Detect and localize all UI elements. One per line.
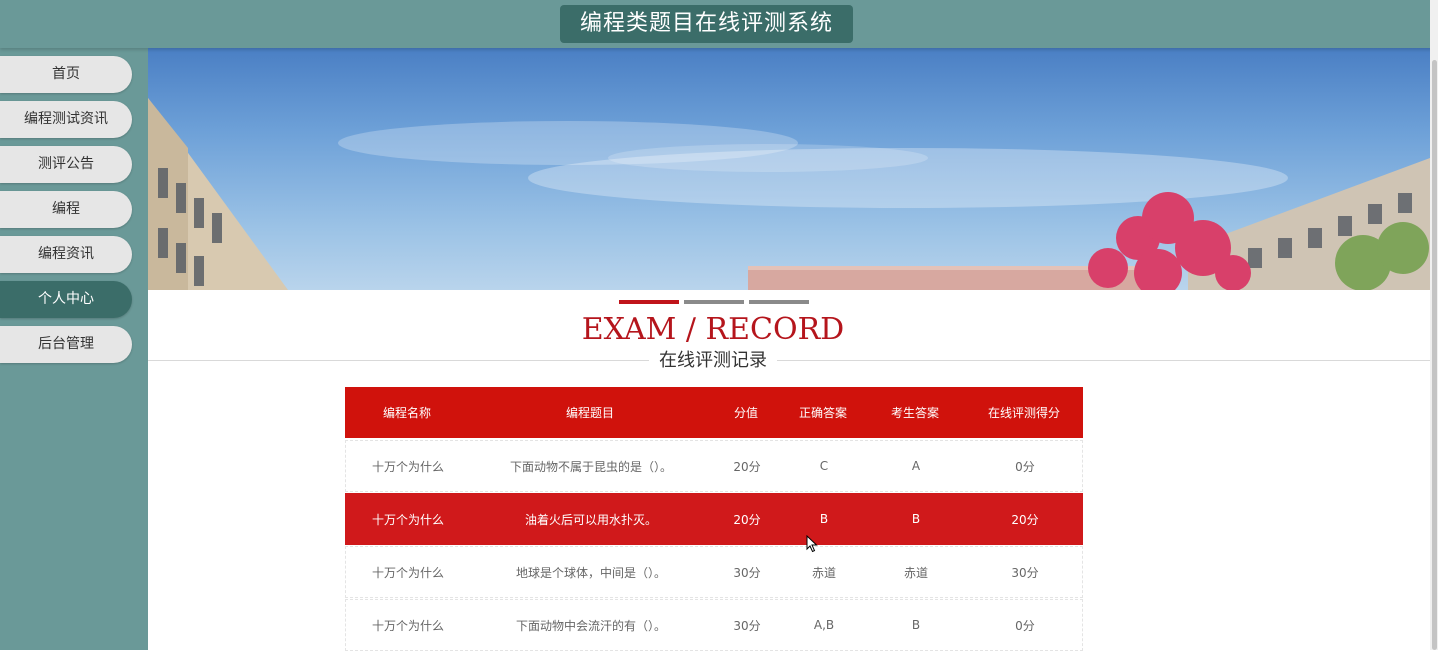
- cell-student-answer: 赤道: [903, 565, 928, 580]
- cell-points: 30分: [733, 618, 761, 633]
- sidebar-item-admin[interactable]: 后台管理: [0, 326, 132, 363]
- table-header: 编程名称 编程题目 分值 正确答案 考生答案 在线评测得分: [345, 387, 1083, 438]
- column-header-correct-answer: 正确答案: [798, 406, 847, 420]
- table-row[interactable]: 十万个为什么 下面动物不属于昆虫的是（）。 20分 C A 0分: [345, 440, 1083, 492]
- cell-score: 0分: [1015, 459, 1035, 474]
- sidebar-item-programming-news[interactable]: 编程测试资讯: [0, 101, 132, 138]
- sidebar-nav: 首页 编程测试资讯 测评公告 编程 编程资讯 个人中心 后台管理: [0, 48, 148, 650]
- sidebar-item-programming[interactable]: 编程: [0, 191, 132, 228]
- table-row[interactable]: 十万个为什么 下面动物中会流汗的有（）。 30分 A,B B 0分: [345, 599, 1083, 651]
- column-header-question: 编程题目: [565, 406, 614, 420]
- sidebar-item-personal-center[interactable]: 个人中心: [0, 281, 132, 318]
- cell-program-name: 十万个为什么: [371, 459, 444, 474]
- cell-correct-answer: C: [819, 459, 829, 473]
- column-header-score: 在线评测得分: [987, 406, 1060, 420]
- sidebar-item-coding-info[interactable]: 编程资讯: [0, 236, 132, 273]
- cell-points: 30分: [733, 565, 761, 580]
- cell-program-name: 十万个为什么: [371, 565, 444, 580]
- cell-correct-answer: B: [819, 512, 829, 526]
- cell-program-name: 十万个为什么: [371, 618, 444, 633]
- column-header-student-answer: 考生答案: [890, 406, 939, 420]
- cell-program-name: 十万个为什么: [371, 512, 444, 527]
- table-row[interactable]: 十万个为什么 地球是个球体，中间是（）。 30分 赤道 赤道 30分: [345, 546, 1083, 598]
- cell-question: 地球是个球体，中间是（）。: [515, 565, 666, 580]
- cell-correct-answer: A,B: [813, 618, 835, 632]
- campus-banner-illustration: [148, 98, 1430, 290]
- top-header: 编程类题目在线评测系统: [0, 0, 1438, 48]
- cell-student-answer: B: [911, 512, 921, 526]
- cell-points: 20分: [733, 459, 761, 474]
- banner-image: [148, 48, 1430, 290]
- section-divider: [148, 360, 1430, 361]
- mouse-cursor-icon: [806, 535, 818, 553]
- cell-student-answer: A: [911, 459, 921, 473]
- cell-points: 20分: [733, 512, 761, 527]
- column-header-points: 分值: [733, 406, 758, 420]
- section-title-cn: 在线评测记录: [649, 350, 777, 372]
- sidebar-item-announcements[interactable]: 测评公告: [0, 146, 132, 183]
- carousel-dot-1[interactable]: [619, 300, 679, 304]
- cell-correct-answer: 赤道: [811, 565, 836, 580]
- scrollbar-thumb[interactable]: [1432, 60, 1437, 650]
- cell-question: 下面动物中会流汗的有（）。: [515, 618, 666, 633]
- sidebar-item-home[interactable]: 首页: [0, 56, 132, 93]
- cell-score: 20分: [1011, 512, 1039, 527]
- site-title: 编程类题目在线评测系统: [560, 5, 853, 43]
- cell-question: 油着火后可以用水扑灭。: [524, 512, 657, 527]
- cell-student-answer: B: [911, 618, 921, 632]
- section-title-en: EXAM / RECORD: [581, 312, 845, 347]
- cell-score: 30分: [1011, 565, 1039, 580]
- cell-question: 下面动物不属于昆虫的是（）。: [509, 459, 672, 474]
- table-row-highlighted[interactable]: 十万个为什么 油着火后可以用水扑灭。 20分 B B 20分: [345, 493, 1083, 545]
- carousel-dot-2[interactable]: [684, 300, 744, 304]
- carousel-dot-3[interactable]: [749, 300, 809, 304]
- cell-score: 0分: [1015, 618, 1035, 633]
- column-header-program-name: 编程名称: [382, 406, 431, 420]
